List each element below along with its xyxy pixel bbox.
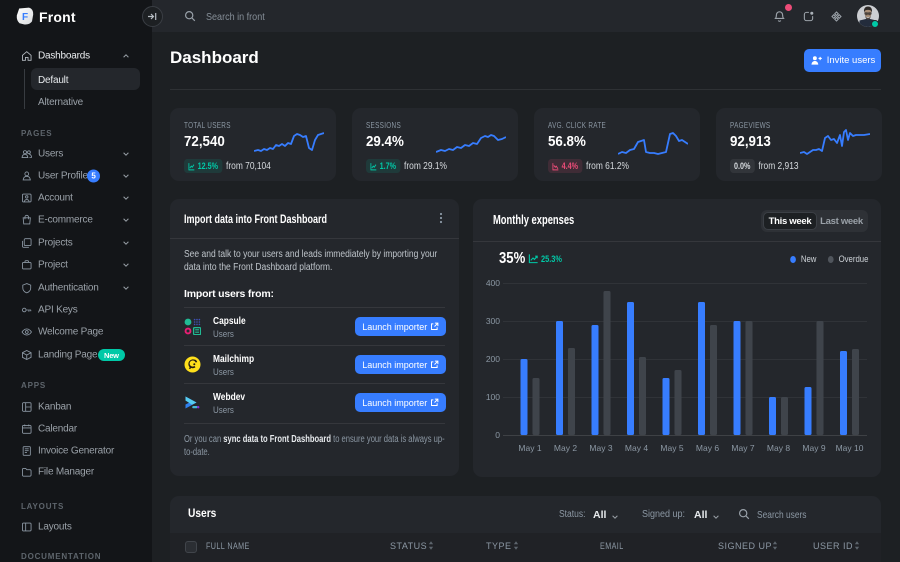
svg-text:F: F xyxy=(22,12,28,23)
svg-text:100: 100 xyxy=(486,392,500,402)
svg-text:May 6: May 6 xyxy=(696,443,719,453)
svg-text:0: 0 xyxy=(495,430,500,440)
svg-text:May 2: May 2 xyxy=(554,443,577,453)
svg-text:May 3: May 3 xyxy=(589,443,612,453)
svg-text:May 5: May 5 xyxy=(660,443,683,453)
svg-text:May 10: May 10 xyxy=(836,443,864,453)
svg-text:May 4: May 4 xyxy=(625,443,648,453)
svg-text:May 9: May 9 xyxy=(802,443,825,453)
svg-text:400: 400 xyxy=(486,278,500,288)
svg-text:300: 300 xyxy=(486,316,500,326)
svg-text:May 7: May 7 xyxy=(731,443,754,453)
svg-text:May 1: May 1 xyxy=(518,443,541,453)
svg-text:May 8: May 8 xyxy=(767,443,790,453)
svg-text:200: 200 xyxy=(486,354,500,364)
